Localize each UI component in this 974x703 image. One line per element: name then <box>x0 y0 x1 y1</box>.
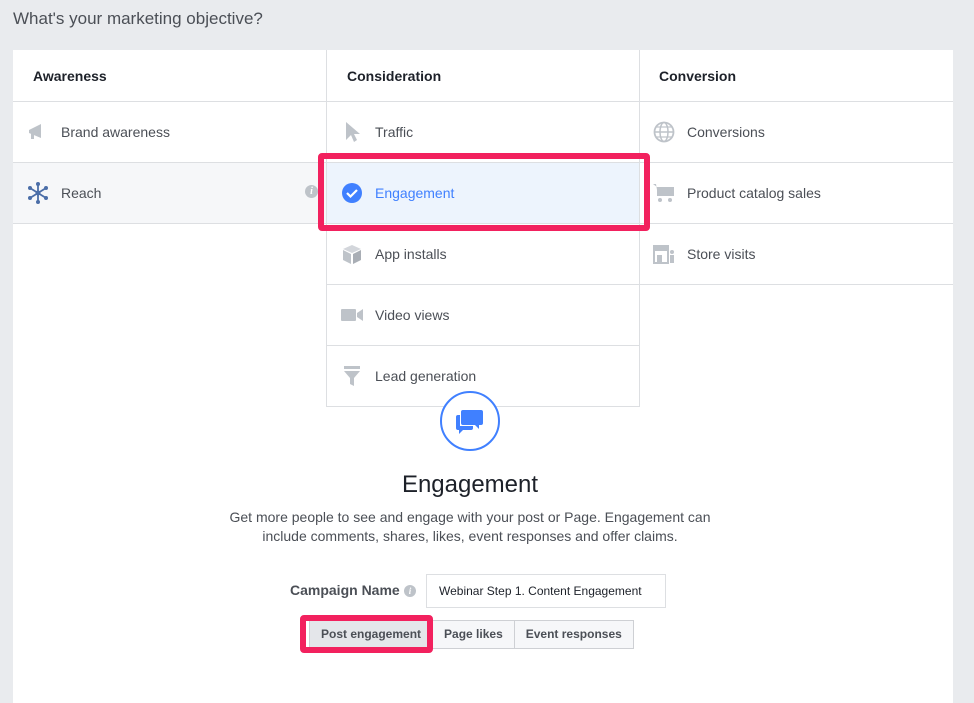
store-icon <box>651 241 677 267</box>
objective-label: Store visits <box>687 246 756 262</box>
post-engagement-button[interactable]: Post engagement <box>309 620 434 649</box>
objective-label: Traffic <box>375 124 414 140</box>
column-header-awareness: Awareness <box>13 50 326 102</box>
detail-description: Get more people to see and engage with y… <box>229 509 711 544</box>
objective-label: Brand awareness <box>61 124 170 140</box>
objective-label: Video views <box>375 307 450 323</box>
reach-icon <box>25 180 51 206</box>
cart-icon <box>651 180 677 206</box>
campaign-name-label: Campaign Name <box>290 582 400 598</box>
megaphone-icon <box>25 119 51 145</box>
objective-label: Lead generation <box>375 368 477 384</box>
video-camera-icon <box>339 302 365 328</box>
chat-bubbles-icon <box>440 391 500 451</box>
objective-video-views[interactable]: Video views <box>327 285 639 346</box>
cursor-icon <box>339 119 365 145</box>
campaign-name-input[interactable] <box>426 574 666 608</box>
awareness-column: Awareness Brand awareness Reach i <box>13 50 327 224</box>
column-header-consideration: Consideration <box>327 50 639 102</box>
objective-brand-awareness[interactable]: Brand awareness <box>13 102 326 163</box>
objective-app-installs[interactable]: App installs <box>327 224 639 285</box>
info-icon[interactable]: i <box>404 585 416 597</box>
check-circle-icon <box>339 180 365 206</box>
objective-conversions[interactable]: Conversions <box>639 102 953 163</box>
objective-label: Product catalog sales <box>687 185 821 201</box>
objective-engagement[interactable]: Engagement <box>327 163 639 224</box>
conversion-column: Conversion Conversions Product catalog s… <box>639 50 953 285</box>
info-icon[interactable]: i <box>305 185 318 198</box>
objective-label: Conversions <box>687 124 765 140</box>
event-responses-button[interactable]: Event responses <box>513 620 634 649</box>
objective-product-catalog-sales[interactable]: Product catalog sales <box>639 163 953 224</box>
page-title: What's your marketing objective? <box>13 9 263 28</box>
globe-icon <box>651 119 677 145</box>
objective-label: App installs <box>375 246 447 262</box>
consideration-column: Consideration Traffic Engagement App ins… <box>326 50 640 407</box>
box-icon <box>339 241 365 267</box>
objective-label: Engagement <box>375 185 455 201</box>
column-header-conversion: Conversion <box>639 50 953 102</box>
funnel-icon <box>339 363 365 389</box>
objective-store-visits[interactable]: Store visits <box>639 224 953 285</box>
objective-label: Reach <box>61 185 102 201</box>
objective-traffic[interactable]: Traffic <box>327 102 639 163</box>
engagement-type-selector: Post engagement Page likes Event respons… <box>309 620 634 649</box>
detail-title: Engagement <box>401 471 539 498</box>
page-likes-button[interactable]: Page likes <box>432 620 515 649</box>
objective-reach[interactable]: Reach i <box>13 163 326 224</box>
